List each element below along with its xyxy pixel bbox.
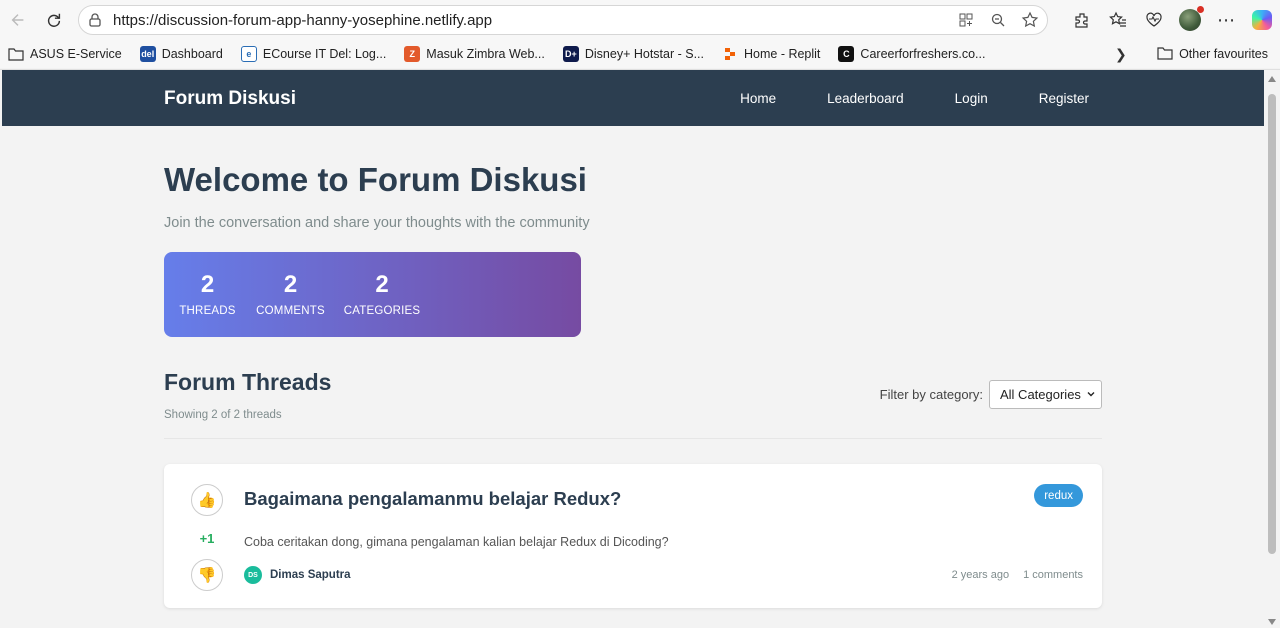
stat-value: 2 [375,270,389,298]
chevron-right-icon[interactable]: ❯ [1115,46,1127,63]
copilot-icon[interactable] [1244,5,1280,35]
bookmark-asus[interactable]: ASUS E-Service [8,46,122,62]
stats-panel: 2 THREADS 2 COMMENTS 2 CATEGORIES [164,252,581,337]
other-favourites[interactable]: Other favourites [1157,40,1268,68]
scrollbar[interactable] [1264,70,1280,628]
nav-home[interactable]: Home [740,91,776,106]
bookmark-label[interactable]: ECourse IT Del: Log... [263,47,386,61]
thread-count: Showing 2 of 2 threads [164,409,282,421]
divider [164,438,1102,439]
bookmark-hotstar[interactable]: D+ Disney+ Hotstar - S... [562,46,704,62]
bookmark-zimbra[interactable]: Z Masuk Zimbra Web... [404,46,545,62]
bookmark-careerforfreshers[interactable]: C Careerforfreshers.co... [838,46,985,62]
author-name: Dimas Saputra [270,569,351,581]
comment-count: 1 comments [1023,569,1083,581]
url-text[interactable]: https://discussion-forum-app-hanny-yosep… [113,12,492,29]
favorite-star-icon[interactable] [1019,10,1041,30]
bookmark-label[interactable]: Careerforfreshers.co... [860,47,985,61]
stat-label: THREADS [179,304,236,317]
thread-title[interactable]: Bagaimana pengalamanmu belajar Redux? [244,488,621,510]
stat-value: 2 [200,270,215,298]
address-bar[interactable]: https://discussion-forum-app-hanny-yosep… [78,5,1048,35]
other-favourites-label[interactable]: Other favourites [1179,47,1268,61]
thread-body: Coba ceritakan dong, gimana pengalaman k… [244,535,669,549]
zoom-icon[interactable] [987,10,1009,30]
bookmarks-bar: ASUS E-Service del Dashboard e ECourse I… [0,40,1280,68]
copilot-logo[interactable] [1252,10,1272,30]
bookmark-ecourse[interactable]: e ECourse IT Del: Log... [240,46,386,62]
c-icon: C [838,46,855,62]
stat-value: 2 [283,270,298,298]
select-value[interactable]: All Categories [1000,387,1081,402]
del-icon: del [139,46,156,62]
filter-label: Filter by category: [879,387,983,402]
more-menu-icon[interactable]: ⋯ [1208,5,1244,35]
thread-time: 2 years ago [951,569,1010,581]
page-viewport: Forum Diskusi Home Leaderboard Login Reg… [0,69,1280,628]
bookmark-label[interactable]: Masuk Zimbra Web... [426,47,545,61]
site-header: Forum Diskusi Home Leaderboard Login Reg… [2,70,1264,126]
chevron-down-icon[interactable] [1087,390,1095,398]
extensions-icon[interactable] [1064,5,1100,35]
bookmark-label[interactable]: Dashboard [162,47,223,61]
profile-picture[interactable] [1179,6,1204,31]
site-brand[interactable]: Forum Diskusi [164,88,296,110]
page-title: Welcome to Forum Diskusi [164,161,587,198]
back-icon[interactable] [3,5,33,35]
nav-register[interactable]: Register [1039,91,1089,106]
section-title: Forum Threads [164,369,332,395]
vote-column: 👍 +1 👎 [191,484,223,591]
stat-label: COMMENTS [256,304,325,317]
hotstar-icon: D+ [562,46,579,62]
profile-avatar[interactable] [1172,5,1208,35]
category-badge[interactable]: redux [1034,484,1083,507]
nav-leaderboard[interactable]: Leaderboard [827,91,904,106]
thumbs-down-icon[interactable]: 👎 [191,559,223,591]
zimbra-icon: Z [404,46,421,62]
scrollbar-thumb[interactable] [1268,94,1276,554]
replit-icon [722,46,738,62]
health-icon[interactable] [1136,5,1172,35]
stat-label: CATEGORIES [343,304,421,317]
app-available-icon[interactable] [955,10,977,30]
category-filter: Filter by category: All Categories [880,380,1102,409]
thread-author: DS Dimas Saputra [244,566,351,584]
bookmark-label[interactable]: Disney+ Hotstar - S... [585,47,704,61]
bookmark-dashboard[interactable]: del Dashboard [139,46,223,62]
thread-meta: 2 years ago 1 comments [952,569,1083,581]
scroll-down-icon[interactable] [1268,619,1276,625]
folder-icon [8,46,24,62]
page-subtitle: Join the conversation and share your tho… [164,215,590,231]
stat-comments: 2 COMMENTS [256,252,325,337]
lock-icon[interactable] [87,12,103,28]
bookmark-label[interactable]: Home - Replit [744,47,820,61]
vote-count: +1 [199,531,215,546]
stat-threads: 2 THREADS [179,252,236,337]
stat-categories: 2 CATEGORIES [344,252,420,337]
category-select[interactable]: All Categories [989,380,1102,409]
browser-toolbar: https://discussion-forum-app-hanny-yosep… [0,0,1280,40]
thread-card[interactable]: 👍 +1 👎 Bagaimana pengalamanmu belajar Re… [164,464,1102,608]
favorites-icon[interactable] [1100,5,1136,35]
reload-icon[interactable] [39,5,69,35]
thumbs-up-icon[interactable]: 👍 [191,484,223,516]
nav-login[interactable]: Login [955,91,988,106]
folder-icon [1157,46,1173,63]
bookmark-label[interactable]: ASUS E-Service [30,47,122,61]
main-nav: Home Leaderboard Login Register [689,70,1089,126]
avatar: DS [244,566,262,584]
scroll-up-icon[interactable] [1268,76,1276,82]
ecourse-icon: e [240,46,257,62]
bookmark-replit[interactable]: Home - Replit [722,46,820,62]
